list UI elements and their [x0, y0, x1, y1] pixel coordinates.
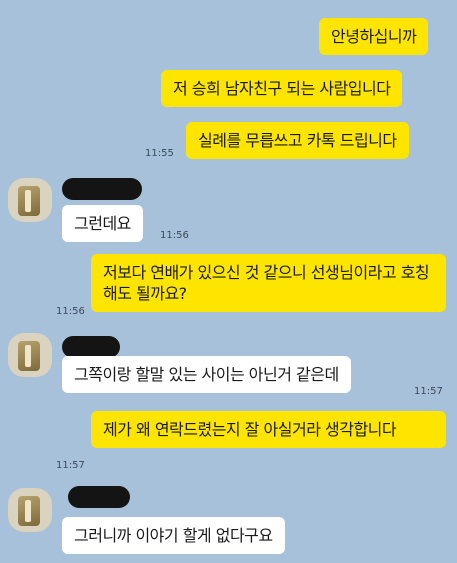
my-message-bubble[interactable]: 안녕하십니까 — [319, 18, 429, 55]
redacted-sender-name — [62, 178, 142, 200]
my-message-bubble[interactable]: 실례를 무릅쓰고 카톡 드립니다 — [186, 122, 409, 159]
contact-avatar[interactable] — [8, 333, 52, 377]
message-timestamp: 11:57 — [56, 460, 85, 471]
message-timestamp: 11:55 — [145, 148, 174, 159]
contact-message-bubble[interactable]: 그러니까 이야기 할게 없다구요 — [62, 517, 285, 554]
contact-message-bubble[interactable]: 그쪽이랑 할말 있는 사이는 아닌거 같은데 — [62, 356, 351, 393]
contact-avatar[interactable] — [8, 178, 52, 222]
message-timestamp: 11:56 — [56, 306, 85, 317]
contact-message-bubble[interactable]: 그런데요 — [62, 205, 143, 242]
redacted-sender-name — [62, 336, 120, 358]
redacted-sender-name — [68, 486, 130, 508]
message-timestamp: 11:57 — [414, 386, 443, 397]
contact-avatar[interactable] — [8, 488, 52, 532]
chat-window: 안녕하십니까 저 승희 남자친구 되는 사람입니다 실례를 무릅쓰고 카톡 드립… — [0, 0, 457, 563]
message-timestamp: 11:56 — [160, 230, 189, 241]
my-message-bubble[interactable]: 저 승희 남자친구 되는 사람입니다 — [161, 70, 403, 107]
my-message-bubble[interactable]: 저보다 연배가 있으신 것 같으니 선생님이라고 호칭해도 될까요? — [91, 254, 446, 312]
my-message-bubble[interactable]: 제가 왜 연락드렸는지 잘 아실거라 생각합니다 — [91, 411, 446, 448]
